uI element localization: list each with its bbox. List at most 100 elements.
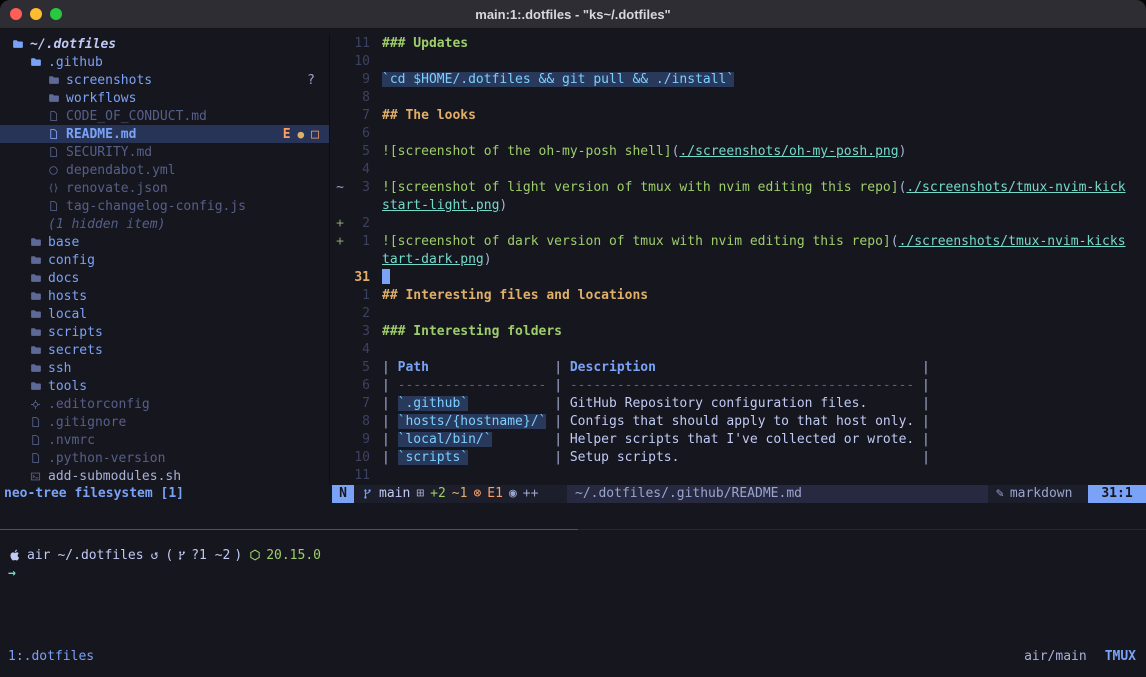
json-file-icon — [48, 182, 66, 194]
tree-item-tools[interactable]: tools — [0, 377, 329, 395]
titlebar[interactable]: main:1:.dotfiles - "ks~/.dotfiles" — [0, 0, 1146, 29]
gutter-sign — [332, 197, 348, 215]
branch-name: main — [379, 485, 410, 503]
modified-dot-badge: ● — [298, 128, 305, 141]
tree-item-secrets[interactable]: secrets — [0, 341, 329, 359]
editor-line[interactable]: 3### Interesting folders — [332, 323, 1146, 341]
tree-item-nvmrc[interactable]: .nvmrc — [0, 431, 329, 449]
editor-line[interactable]: 9| `local/bin/` | Helper scripts that I'… — [332, 431, 1146, 449]
table-pipe: | — [546, 414, 569, 429]
tree-item-gitignore[interactable]: .gitignore — [0, 413, 329, 431]
tree-item-label: docs — [48, 271, 79, 286]
line-number: 5 — [348, 359, 370, 377]
editor-line[interactable]: 4 — [332, 161, 1146, 179]
editor-line[interactable]: 7## The looks — [332, 107, 1146, 125]
editor-line[interactable]: 5![screenshot of the oh-my-posh shell](.… — [332, 143, 1146, 161]
tree-item-ssh[interactable]: ssh — [0, 359, 329, 377]
git-branch-icon — [177, 550, 187, 561]
editor-line[interactable]: ~3![screenshot of light version of tmux … — [332, 179, 1146, 197]
editor-line[interactable]: 6| ------------------- | ---------------… — [332, 377, 1146, 395]
tree-item-dependabot[interactable]: dependabot.yml — [0, 161, 329, 179]
editor-line[interactable]: 8 — [332, 89, 1146, 107]
table-divider: ------------------- — [398, 378, 547, 393]
editor-line[interactable]: 10 — [332, 53, 1146, 71]
statusline: N main ⊞ +2 ~1 ⊗ E1 ◉ ++ ~/.dotfiles/.gi… — [332, 485, 1146, 503]
table-pipe: | — [468, 450, 570, 465]
tree-item-security[interactable]: SECURITY.md — [0, 143, 329, 161]
tree-item-label: add-submodules.sh — [48, 469, 181, 484]
tree-item-code-of-conduct[interactable]: CODE_OF_CONDUCT.md — [0, 107, 329, 125]
gutter-sign — [332, 449, 348, 467]
tree-item-label: screenshots — [66, 73, 152, 88]
git-branch-icon — [362, 488, 373, 500]
tree-item-editorconfig[interactable]: .editorconfig — [0, 395, 329, 413]
tree-item-python-version[interactable]: .python-version — [0, 449, 329, 467]
misc-icon: ◉ — [509, 485, 517, 503]
line-text: tart-dark.png) — [382, 251, 492, 269]
tree-item-add-submodules[interactable]: add-submodules.sh — [0, 467, 329, 485]
minimize-button[interactable] — [30, 8, 42, 20]
folder-open-icon — [12, 38, 30, 50]
line-text: | Path | Description | — [382, 359, 930, 377]
tree-item-local[interactable]: local — [0, 305, 329, 323]
tree-item-readme[interactable]: README.md E ● □ — [0, 125, 329, 143]
tree-item-hidden-count[interactable]: (1 hidden item) — [0, 215, 329, 233]
editor-line[interactable]: 10| `scripts` | Setup scripts. | — [332, 449, 1146, 467]
tree-item-renovate[interactable]: renovate.json — [0, 179, 329, 197]
editor-line[interactable]: 1## Interesting files and locations — [332, 287, 1146, 305]
line-number: 6 — [348, 125, 370, 143]
shell-prompt[interactable]: air ~/.dotfiles ↺ ( ?1 ~2 ) 20.15.0 — [8, 546, 321, 564]
table-divider: ----------------------------------------… — [570, 378, 914, 393]
table-pipe: | — [382, 432, 398, 447]
editor-line-wrap[interactable]: start-light.png) — [332, 197, 1146, 215]
tree-item-scripts[interactable]: scripts — [0, 323, 329, 341]
tree-item-label: dependabot.yml — [66, 163, 176, 178]
gutter-sign — [332, 143, 348, 161]
table-pipe: | — [382, 396, 398, 411]
line-number: 3 — [348, 179, 370, 197]
close-button[interactable] — [10, 8, 22, 20]
filetype-segment: ✎ markdown — [988, 485, 1088, 503]
table-cell: Configs that should apply to that host o… — [570, 414, 914, 429]
tmux-pane-divider-active[interactable] — [0, 529, 578, 530]
prompt-arrow[interactable]: → — [8, 565, 16, 583]
editor-line[interactable]: 7| `.github` | GitHub Repository configu… — [332, 395, 1146, 413]
tree-item-label: config — [48, 253, 95, 268]
md-heading3: ### Updates — [382, 36, 468, 51]
tree-item-tag-changelog[interactable]: tag-changelog-config.js — [0, 197, 329, 215]
editor-line[interactable]: 6 — [332, 125, 1146, 143]
editor-line-current[interactable]: 31 — [332, 269, 1146, 287]
refresh-icon: ↺ — [151, 548, 159, 563]
config-file-icon — [30, 399, 48, 410]
editor-line[interactable]: 11 — [332, 467, 1146, 485]
editor-line[interactable]: +1![screenshot of dark version of tmux w… — [332, 233, 1146, 251]
tree-item-github[interactable]: .github — [0, 53, 329, 71]
tree-item-screenshots[interactable]: screenshots ? — [0, 71, 329, 89]
line-text: | `scripts` | Setup scripts. | — [382, 449, 930, 467]
editor-line[interactable]: 8| `hosts/{hostname}/` | Configs that sh… — [332, 413, 1146, 431]
editor-line[interactable]: 11### Updates — [332, 35, 1146, 53]
line-text: start-light.png) — [382, 197, 507, 215]
line-text: ## Interesting files and locations — [382, 287, 648, 305]
apple-icon — [8, 548, 20, 562]
tree-item-hosts[interactable]: hosts — [0, 287, 329, 305]
editor-line[interactable]: 9`cd $HOME/.dotfiles && git pull && ./in… — [332, 71, 1146, 89]
editor-line[interactable]: 2 — [332, 305, 1146, 323]
tree-item-config[interactable]: config — [0, 251, 329, 269]
editor-line[interactable]: 5 | Path | Description | — [332, 359, 1146, 377]
tmux-window-tab[interactable]: 1:.dotfiles — [8, 648, 94, 666]
table-pipe: | — [468, 396, 570, 411]
tree-item-docs[interactable]: docs — [0, 269, 329, 287]
tree-item-base[interactable]: base — [0, 233, 329, 251]
editor-line-wrap[interactable]: tart-dark.png) — [332, 251, 1146, 269]
editor-line[interactable]: 4 — [332, 341, 1146, 359]
line-number: 2 — [348, 305, 370, 323]
table-cell: Setup scripts. — [570, 450, 680, 465]
tree-item-label: tag-changelog-config.js — [66, 199, 246, 214]
editor-line[interactable]: +2 — [332, 215, 1146, 233]
zoom-button[interactable] — [50, 8, 62, 20]
tree-item-workflows[interactable]: workflows — [0, 89, 329, 107]
tree-item-label: workflows — [66, 91, 136, 106]
tree-item-dotfiles-root[interactable]: ~/.dotfiles — [0, 35, 329, 53]
table-pipe: | — [546, 378, 569, 393]
